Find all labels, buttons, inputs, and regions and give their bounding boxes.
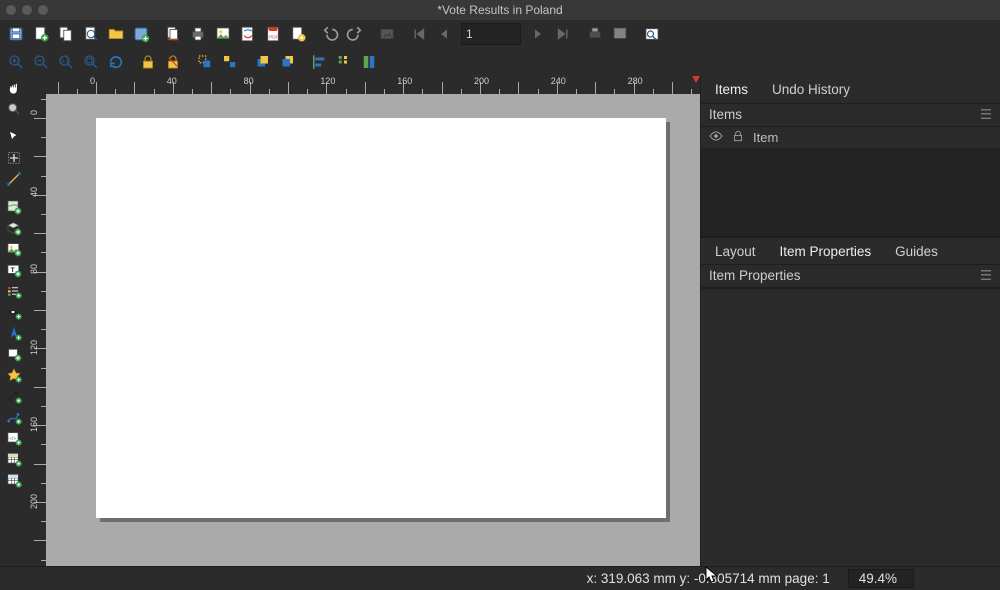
first-feature-icon[interactable] [407, 22, 431, 46]
next-feature-icon[interactable] [526, 22, 550, 46]
redo-icon[interactable] [343, 22, 367, 46]
item-column-header: Item [753, 130, 778, 145]
item-properties-body [701, 288, 1000, 566]
add-legend-icon[interactable] [2, 281, 26, 301]
tab-undo-history[interactable]: Undo History [764, 80, 858, 99]
eye-column-icon [709, 129, 723, 146]
toolbar-main: PDF [0, 20, 1000, 48]
select-tool-icon[interactable] [2, 127, 26, 147]
add-pages-icon[interactable] [161, 22, 185, 46]
svg-text:1:1: 1:1 [62, 59, 69, 65]
lock-column-icon [731, 129, 745, 146]
add-map-icon[interactable] [2, 197, 26, 217]
atlas-print-icon[interactable] [583, 22, 607, 46]
last-feature-icon[interactable] [551, 22, 575, 46]
panel-menu-icon[interactable]: ☰ [980, 107, 992, 123]
resize-narrowest-icon[interactable] [357, 50, 381, 74]
page-setup-icon[interactable] [286, 22, 310, 46]
prev-feature-icon[interactable] [432, 22, 456, 46]
save-as-template-icon[interactable] [129, 22, 153, 46]
export-image-icon[interactable] [211, 22, 235, 46]
distribute-left-icon[interactable] [332, 50, 356, 74]
lower-item-icon[interactable] [275, 50, 299, 74]
refresh-view-icon[interactable] [375, 22, 399, 46]
add-arrow-icon[interactable] [2, 386, 26, 406]
tab-items[interactable]: Items [707, 80, 756, 99]
save-project-icon[interactable] [4, 22, 28, 46]
add-fixed-table-icon[interactable] [2, 470, 26, 490]
page-number-input[interactable] [461, 23, 521, 45]
add-scalebar-icon[interactable] [2, 302, 26, 322]
add-node-item-icon[interactable] [2, 407, 26, 427]
window-title: *Vote Results in Poland [0, 3, 1000, 17]
ruler-horizontal: 04080120160200240280320 [46, 76, 700, 94]
panels-right: Items Undo History Items ☰ Item Layout I… [700, 76, 1000, 566]
ruler-cursor-marker [692, 76, 700, 83]
items-list: Item [701, 127, 1000, 237]
undo-icon[interactable] [318, 22, 342, 46]
ungroup-items-icon[interactable] [218, 50, 242, 74]
layout-page[interactable] [96, 118, 666, 518]
canvas-viewport[interactable] [46, 94, 700, 566]
status-bar: x: 319.063 mm y: -0.805714 mm page: 1 49… [0, 566, 1000, 590]
status-coordinates: x: 319.063 mm y: -0.805714 mm page: 1 [587, 571, 830, 586]
toolbar-view: 1:1 [0, 48, 1000, 76]
add-shape-icon[interactable] [2, 344, 26, 364]
title-bar: *Vote Results in Poland [0, 0, 1000, 20]
lock-items-icon[interactable] [136, 50, 160, 74]
add-marker-icon[interactable] [2, 365, 26, 385]
zoom-out-icon[interactable] [29, 50, 53, 74]
toolbox: T </> [0, 76, 28, 566]
items-panel-title: Items [709, 107, 742, 123]
add-picture-icon[interactable] [2, 239, 26, 259]
move-item-content-icon[interactable] [2, 148, 26, 168]
duplicate-layout-icon[interactable] [54, 22, 78, 46]
export-pdf-icon[interactable]: PDF [261, 22, 285, 46]
atlas-export-image-icon[interactable] [608, 22, 632, 46]
panel-tabs-upper: Items Undo History [701, 76, 1000, 104]
atlas-settings-icon[interactable] [640, 22, 664, 46]
zoom-actual-icon[interactable]: 1:1 [54, 50, 78, 74]
add-3dmap-icon[interactable] [2, 218, 26, 238]
new-layout-icon[interactable] [29, 22, 53, 46]
tab-layout[interactable]: Layout [707, 242, 764, 261]
items-list-header: Item [701, 127, 1000, 148]
print-icon[interactable] [186, 22, 210, 46]
zoom-full-icon[interactable] [79, 50, 103, 74]
svg-text:T: T [11, 267, 15, 274]
add-north-arrow-icon[interactable] [2, 323, 26, 343]
add-html-icon[interactable]: </> [2, 428, 26, 448]
add-attribute-table-icon[interactable] [2, 449, 26, 469]
layout-manager-icon[interactable] [79, 22, 103, 46]
canvas-area: 04080120160200240280320 04080120160200 [28, 76, 700, 566]
open-folder-icon[interactable] [104, 22, 128, 46]
svg-text:</>: </> [9, 436, 16, 441]
raise-item-icon[interactable] [250, 50, 274, 74]
group-items-icon[interactable] [193, 50, 217, 74]
svg-text:PDF: PDF [269, 35, 278, 40]
zoom-in-icon[interactable] [4, 50, 28, 74]
ruler-vertical: 04080120160200 [28, 94, 46, 566]
add-label-icon[interactable]: T [2, 260, 26, 280]
pan-tool-icon[interactable] [2, 78, 26, 98]
zoom-level-input[interactable]: 49.4% [848, 569, 914, 588]
align-left-icon[interactable] [307, 50, 331, 74]
edit-nodes-icon[interactable] [2, 169, 26, 189]
tab-item-properties[interactable]: Item Properties [772, 242, 880, 261]
item-properties-header: Item Properties ☰ [701, 265, 1000, 288]
panel-tabs-lower: Layout Item Properties Guides [701, 237, 1000, 265]
item-properties-title: Item Properties [709, 268, 801, 284]
export-svg-icon[interactable] [236, 22, 260, 46]
unlock-items-icon[interactable] [161, 50, 185, 74]
panel-menu-icon[interactable]: ☰ [980, 268, 992, 284]
main-content: T </> 04080120160200240280320 0408012016… [0, 76, 1000, 566]
tab-guides[interactable]: Guides [887, 242, 946, 261]
items-panel-header: Items ☰ [701, 104, 1000, 127]
refresh-icon[interactable] [104, 50, 128, 74]
zoom-tool-icon[interactable] [2, 99, 26, 119]
